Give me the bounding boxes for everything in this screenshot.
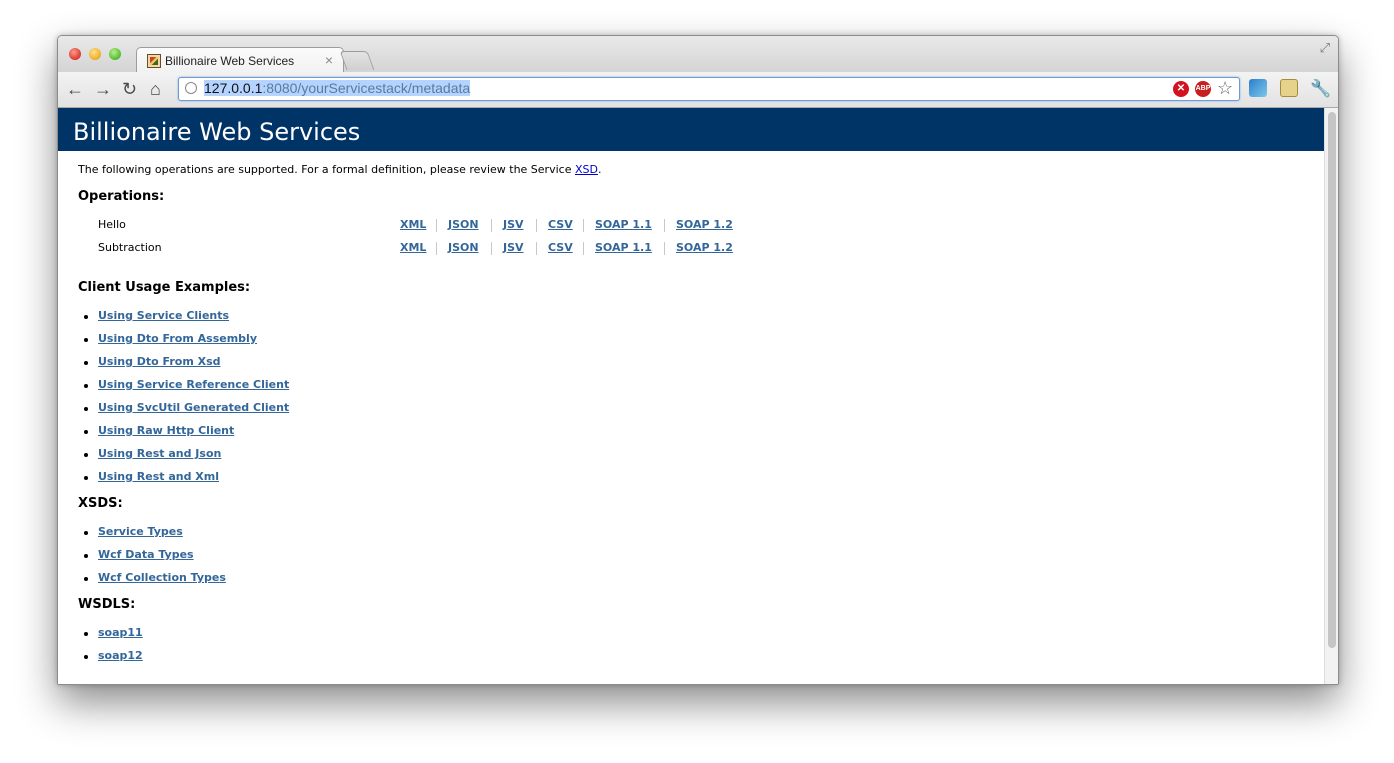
url-path: :8080/yourServicestack/metadata bbox=[262, 80, 471, 96]
client-example-link[interactable]: Using Service Clients bbox=[98, 309, 229, 322]
client-examples-heading: Client Usage Examples: bbox=[78, 280, 251, 295]
op-csv-link[interactable]: CSV bbox=[548, 241, 573, 254]
separator bbox=[436, 242, 437, 255]
op-soap12-link[interactable]: SOAP 1.2 bbox=[676, 241, 733, 254]
extension-blue-icon[interactable] bbox=[1249, 79, 1267, 97]
xsd-type-link[interactable]: Wcf Data Types bbox=[98, 548, 194, 561]
op-json-link[interactable]: JSON bbox=[448, 218, 479, 231]
op-soap12-link[interactable]: SOAP 1.2 bbox=[676, 218, 733, 231]
op-jsv-link[interactable]: JSV bbox=[503, 218, 524, 231]
page-title: Billionaire Web Services bbox=[73, 118, 361, 146]
separator bbox=[664, 242, 665, 255]
wsdl-link[interactable]: soap11 bbox=[98, 626, 143, 639]
tab-active[interactable]: Billionaire Web Services × bbox=[136, 47, 344, 74]
bullet bbox=[84, 384, 88, 388]
separator bbox=[536, 219, 537, 232]
bullet bbox=[84, 554, 88, 558]
globe-icon bbox=[185, 82, 197, 94]
client-example-link[interactable]: Using Raw Http Client bbox=[98, 424, 234, 437]
bullet bbox=[84, 430, 88, 434]
wsdls-heading: WSDLS: bbox=[78, 597, 136, 612]
reload-icon[interactable]: ↻ bbox=[122, 78, 137, 100]
intro-period: . bbox=[597, 163, 602, 176]
intro-text: The following operations are supported. … bbox=[78, 163, 601, 176]
separator bbox=[491, 242, 492, 255]
client-example-link[interactable]: Using Rest and Json bbox=[98, 447, 221, 460]
xsds-heading: XSDS: bbox=[78, 496, 123, 511]
bullet bbox=[84, 531, 88, 535]
op-csv-link[interactable]: CSV bbox=[548, 218, 573, 231]
op-soap11-link[interactable]: SOAP 1.1 bbox=[595, 241, 652, 254]
url-text[interactable]: 127.0.0.1:8080/yourServicestack/metadata bbox=[204, 80, 471, 96]
separator bbox=[664, 219, 665, 232]
separator bbox=[491, 219, 492, 232]
bullet bbox=[84, 315, 88, 319]
new-tab-button[interactable] bbox=[339, 51, 375, 70]
page-viewport: Billionaire Web Services The following o… bbox=[58, 108, 1324, 684]
bullet bbox=[84, 453, 88, 457]
minimize-window-button[interactable] bbox=[89, 48, 101, 60]
op-jsv-link[interactable]: JSV bbox=[503, 241, 524, 254]
xsd-type-link[interactable]: Service Types bbox=[98, 525, 183, 538]
op-json-link[interactable]: JSON bbox=[448, 241, 479, 254]
op-xml-link[interactable]: XML bbox=[400, 218, 426, 231]
home-icon[interactable]: ⌂ bbox=[150, 78, 161, 100]
close-window-button[interactable] bbox=[69, 48, 81, 60]
tab-title: Billionaire Web Services bbox=[165, 54, 295, 68]
separator bbox=[583, 242, 584, 255]
operation-name: Subtraction bbox=[98, 241, 162, 254]
operation-row: Hello XML JSON JSV CSV SOAP 1.1 SOAP 1.2 bbox=[98, 218, 798, 234]
client-example-link[interactable]: Using Dto From Xsd bbox=[98, 355, 221, 368]
wsdl-link[interactable]: soap12 bbox=[98, 649, 143, 662]
xsd-type-link[interactable]: Wcf Collection Types bbox=[98, 571, 226, 584]
bullet bbox=[84, 407, 88, 411]
client-example-link[interactable]: Using Rest and Xml bbox=[98, 470, 219, 483]
favicon-icon bbox=[147, 54, 161, 68]
operation-name: Hello bbox=[98, 218, 126, 231]
title-bar: Billionaire Web Services × ⤢ bbox=[58, 36, 1338, 74]
browser-toolbar: ← → ↻ ⌂ 127.0.0.1:8080/yourServicestack/… bbox=[58, 72, 1338, 108]
blocker-extension-icon[interactable]: ✕ bbox=[1173, 81, 1189, 97]
forward-icon[interactable]: → bbox=[94, 78, 112, 100]
zoom-window-button[interactable] bbox=[109, 48, 121, 60]
url-host: 127.0.0.1 bbox=[204, 80, 263, 96]
separator bbox=[583, 219, 584, 232]
client-example-link[interactable]: Using Dto From Assembly bbox=[98, 332, 257, 345]
adblock-extension-icon[interactable]: ABP bbox=[1195, 81, 1211, 97]
op-xml-link[interactable]: XML bbox=[400, 241, 426, 254]
bullet bbox=[84, 476, 88, 480]
bullet bbox=[84, 338, 88, 342]
client-example-link[interactable]: Using Service Reference Client bbox=[98, 378, 289, 391]
operation-row: Subtraction XML JSON JSV CSV SOAP 1.1 SO… bbox=[98, 241, 798, 257]
browser-window: Billionaire Web Services × ⤢ ← → ↻ ⌂ 127… bbox=[57, 35, 1339, 685]
bullet bbox=[84, 632, 88, 636]
scrollbar-thumb[interactable] bbox=[1328, 112, 1336, 648]
client-example-link[interactable]: Using SvcUtil Generated Client bbox=[98, 401, 289, 414]
op-soap11-link[interactable]: SOAP 1.1 bbox=[595, 218, 652, 231]
bullet bbox=[84, 361, 88, 365]
address-bar[interactable]: 127.0.0.1:8080/yourServicestack/metadata… bbox=[178, 77, 1240, 101]
intro-sentence: The following operations are supported. … bbox=[78, 163, 575, 176]
bullet bbox=[84, 577, 88, 581]
fullscreen-icon[interactable]: ⤢ bbox=[1320, 40, 1330, 56]
extension-mouse-icon[interactable] bbox=[1280, 79, 1298, 97]
back-icon[interactable]: ← bbox=[66, 78, 84, 100]
vertical-scrollbar[interactable] bbox=[1324, 108, 1338, 684]
bullet bbox=[84, 655, 88, 659]
tab-close-icon[interactable]: × bbox=[325, 52, 333, 68]
page-header: Billionaire Web Services bbox=[58, 108, 1324, 151]
separator bbox=[436, 219, 437, 232]
separator bbox=[536, 242, 537, 255]
bookmark-star-icon[interactable]: ☆ bbox=[1217, 78, 1233, 99]
operations-heading: Operations: bbox=[78, 189, 165, 204]
xsd-link[interactable]: XSD bbox=[575, 163, 598, 176]
wrench-menu-icon[interactable]: 🔧 bbox=[1310, 79, 1331, 99]
